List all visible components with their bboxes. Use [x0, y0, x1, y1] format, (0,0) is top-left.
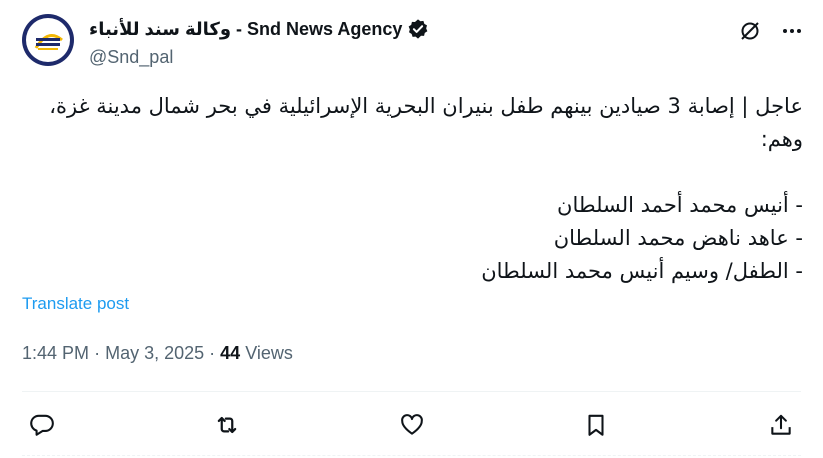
like-icon[interactable] — [392, 405, 432, 445]
more-icon[interactable] — [779, 18, 805, 44]
bookmark-icon[interactable] — [576, 405, 616, 445]
views-label: Views — [245, 343, 293, 363]
tweet-text: عاجل | إصابة 3 صيادين بينهم طفل بنيران ا… — [49, 94, 803, 283]
snd-logo-icon — [26, 18, 70, 62]
author-name[interactable]: وكالة سند للأنباء - Snd News Agency — [89, 19, 402, 40]
share-icon[interactable] — [761, 405, 801, 445]
meta-separator-2: · — [209, 343, 216, 363]
repost-icon[interactable] — [207, 405, 247, 445]
tweet-meta: 1:44 PM · May 3, 2025 · 44 Views — [22, 343, 293, 364]
translate-post-link[interactable]: Translate post — [22, 294, 129, 314]
views-count: 44 — [220, 343, 241, 363]
grok-icon[interactable] — [737, 18, 763, 44]
meta-separator: · — [94, 343, 101, 363]
header-actions — [737, 18, 805, 44]
author-handle[interactable]: @Snd_pal — [89, 47, 173, 68]
tweet-time[interactable]: 1:44 PM — [22, 343, 89, 363]
author-name-row[interactable]: وكالة سند للأنباء - Snd News Agency — [89, 18, 429, 40]
tweet-date[interactable]: May 3, 2025 — [105, 343, 204, 363]
reply-icon[interactable] — [22, 405, 62, 445]
avatar[interactable] — [22, 14, 74, 66]
action-bar — [22, 405, 801, 445]
verified-badge-icon — [409, 19, 428, 39]
divider — [22, 391, 801, 392]
